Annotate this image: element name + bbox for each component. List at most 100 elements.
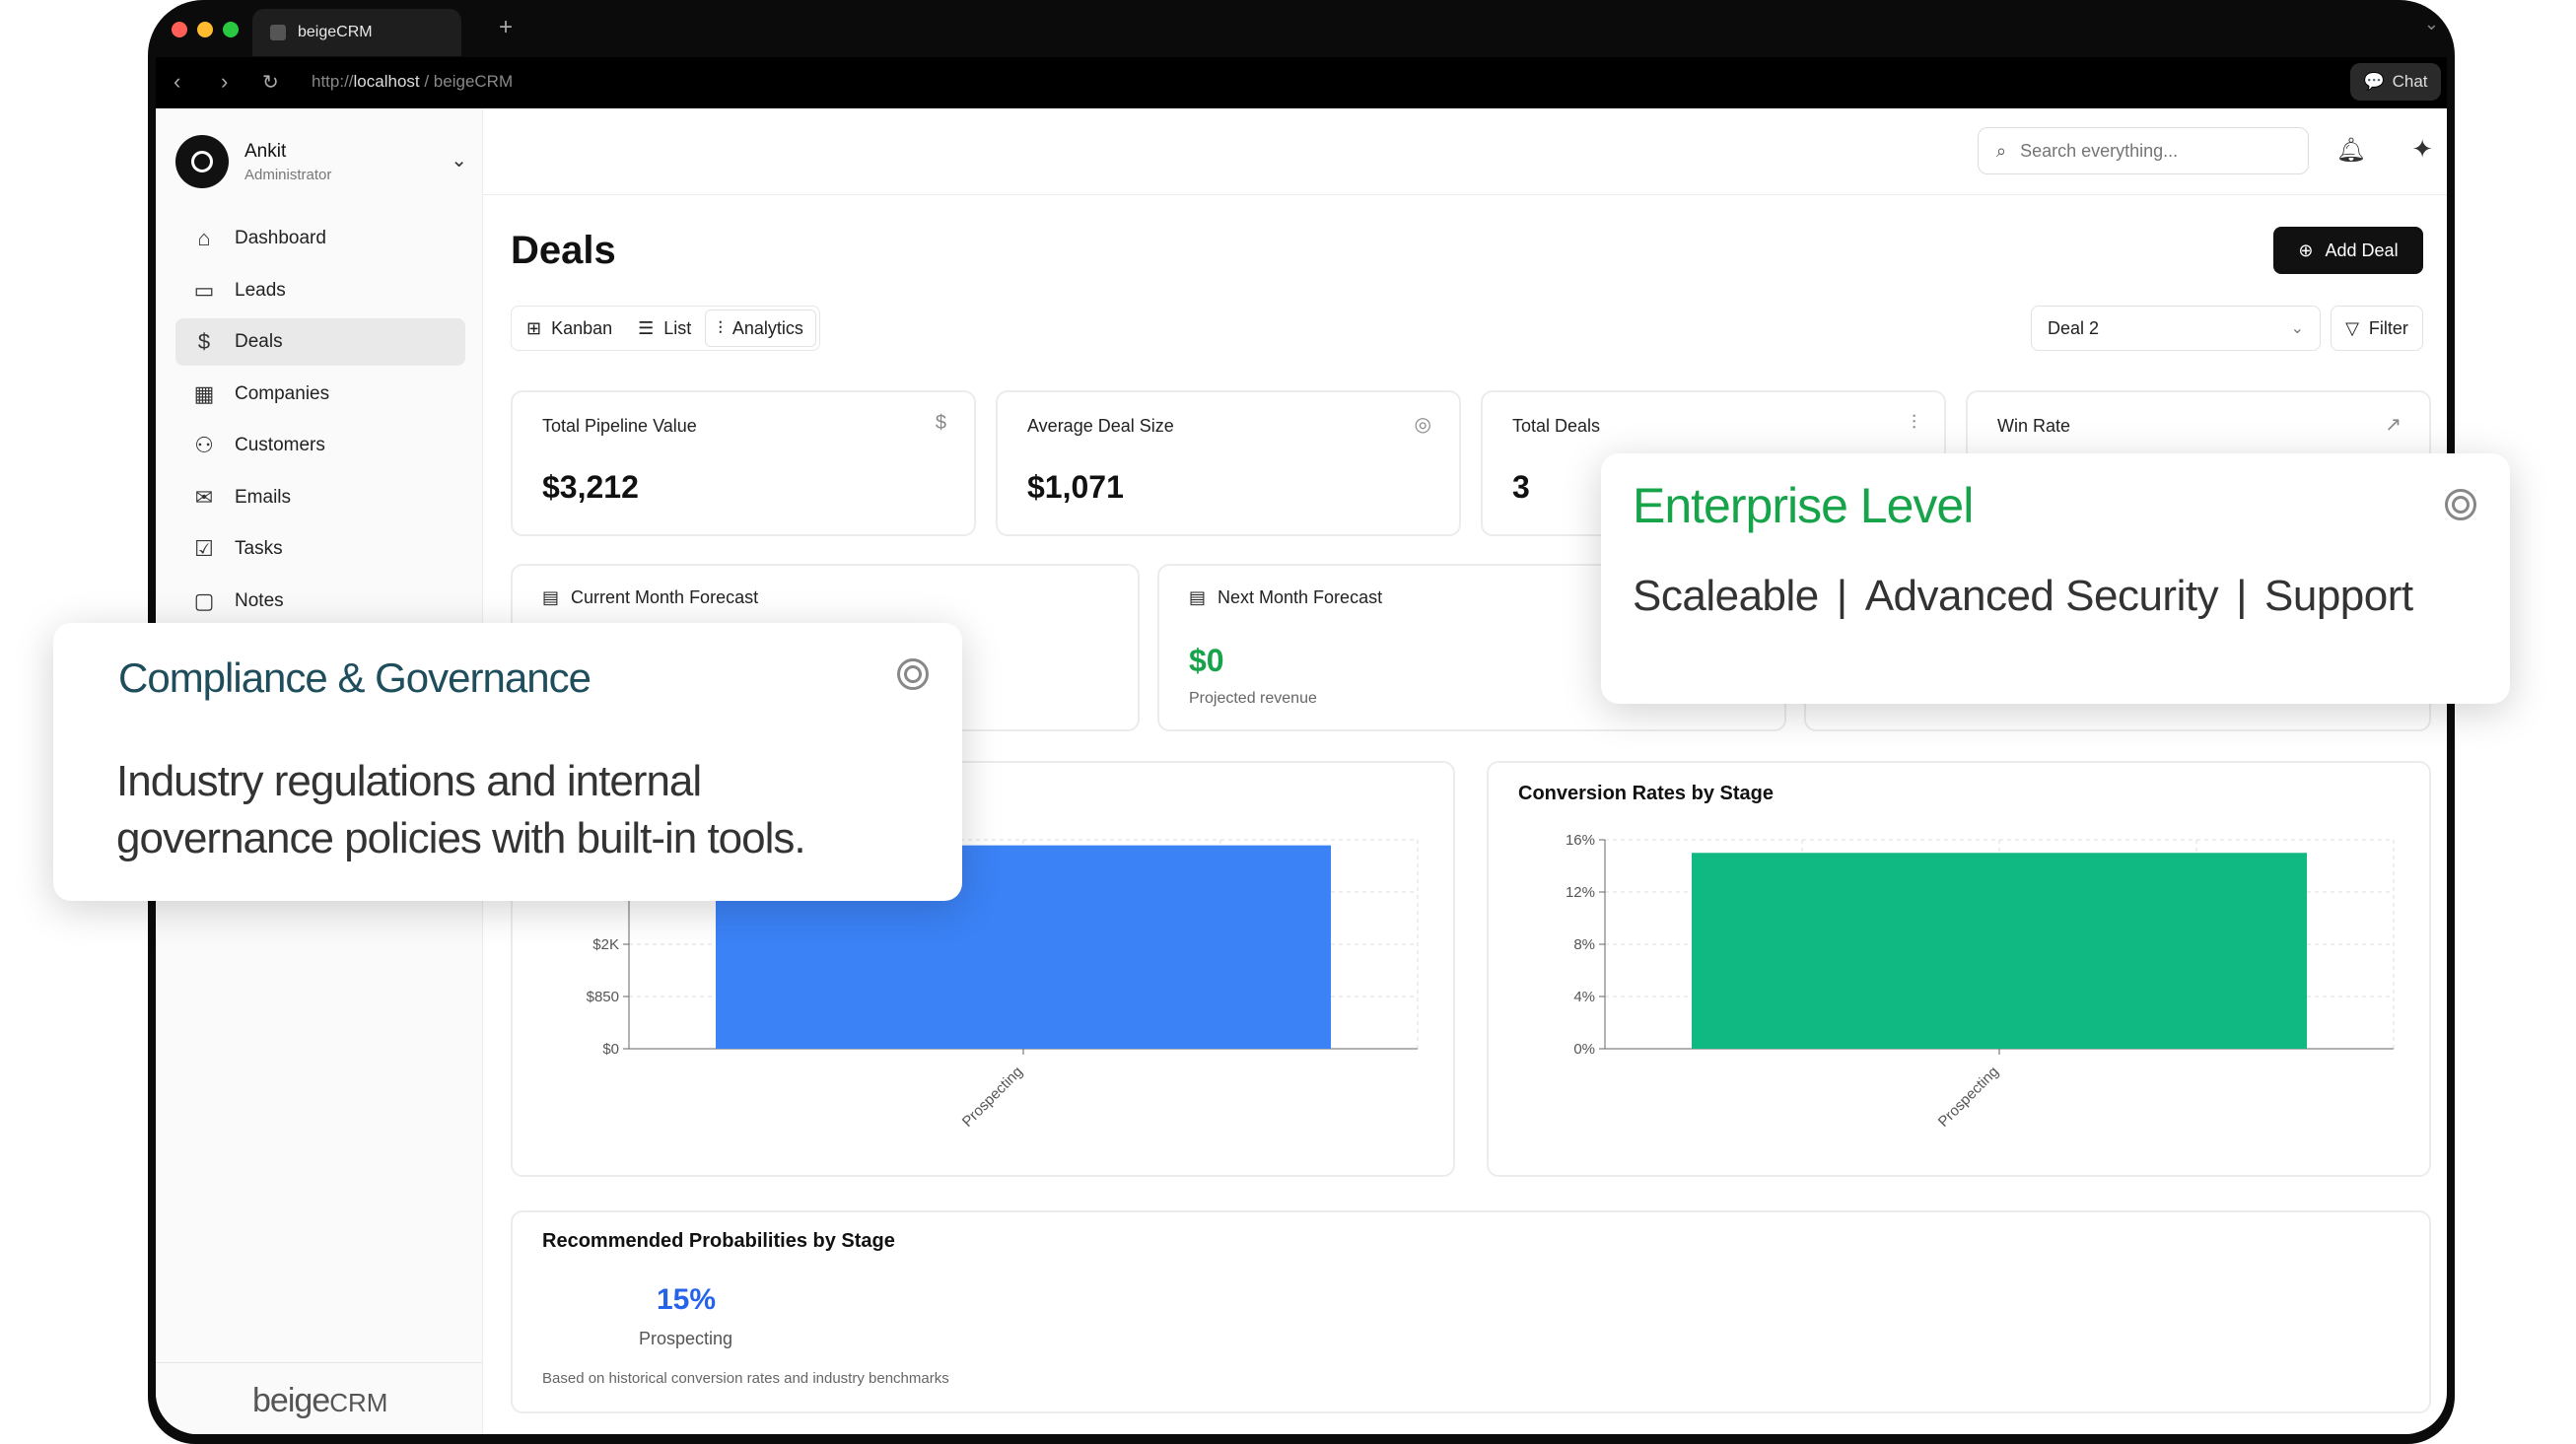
forecast-label: Next Month Forecast xyxy=(1218,587,1383,607)
home-icon: ⌂ xyxy=(197,226,211,250)
y-tick-label: 4% xyxy=(1573,989,1595,1005)
chart-title: Conversion Rates by Stage xyxy=(1518,783,1774,804)
users-icon: ⚇ xyxy=(194,433,214,457)
stat-label: Total Pipeline Value xyxy=(542,416,697,436)
sidebar-item-customers[interactable]: ⚇ Customers xyxy=(175,422,465,469)
probability-stage: Prospecting xyxy=(639,1329,733,1348)
building-icon: ▦ xyxy=(193,380,215,406)
bar xyxy=(1692,853,2307,1049)
tab-analytics[interactable]: ⫶ Analytics xyxy=(705,309,816,347)
avatar xyxy=(175,135,229,188)
user-switcher[interactable]: Ankit Administrator ⌄ xyxy=(175,126,471,197)
list-icon: ☰ xyxy=(638,317,655,338)
forecast-label: Current Month Forecast xyxy=(571,587,759,607)
separator: | xyxy=(2236,572,2248,620)
y-tick-label: $2K xyxy=(592,936,619,953)
probability-value: 15% xyxy=(657,1283,717,1316)
sidebar-item-dashboard[interactable]: ⌂ Dashboard xyxy=(175,215,465,262)
y-tick-label: 8% xyxy=(1573,936,1595,953)
maximize-window-button[interactable] xyxy=(223,22,239,37)
separator: | xyxy=(1836,572,1847,620)
brand-logo: beigeCRM xyxy=(252,1382,388,1419)
deal-select[interactable]: Deal 2 ⌄ xyxy=(2031,306,2321,351)
conversion-rates-chart: 0% 4% 8% 12% 16% Prospecting xyxy=(1566,832,2395,1131)
address-bar: ‹ › ↻ http://localhost / beigeCRM 💬 Chat xyxy=(156,57,2447,108)
inbox-icon: ✉ xyxy=(194,484,214,510)
briefcase-icon: ▭ xyxy=(193,277,215,303)
reload-icon[interactable]: ↻ xyxy=(262,70,279,95)
y-tick-label: $850 xyxy=(587,989,619,1005)
y-tick-label: 12% xyxy=(1566,884,1595,901)
calendar-icon: ▤ xyxy=(542,587,560,607)
chevron-down-icon: ⌄ xyxy=(451,150,467,172)
tab-list[interactable]: ☰ List xyxy=(626,309,703,347)
y-tick-label: 0% xyxy=(1573,1041,1595,1058)
bar-chart-icon: ⫶ xyxy=(718,317,723,338)
close-window-button[interactable] xyxy=(172,22,187,37)
dollar-icon: $ xyxy=(935,412,946,434)
target-icon xyxy=(2445,489,2476,520)
user-role: Administrator xyxy=(244,166,332,183)
sidebar-divider xyxy=(156,1362,482,1363)
sidebar-item-emails[interactable]: ✉ Emails xyxy=(175,474,465,521)
tab-kanban[interactable]: ⊞ Kanban xyxy=(515,309,624,347)
chat-button[interactable]: 💬 Chat xyxy=(2350,63,2441,101)
title-bar: beigeCRM + ⌄ xyxy=(148,0,2455,57)
filter-button[interactable]: ▽ Filter xyxy=(2331,306,2423,351)
user-name: Ankit xyxy=(244,140,287,162)
sidebar-item-tasks[interactable]: ☑ Tasks xyxy=(175,525,465,573)
url-field[interactable]: http://localhost / beigeCRM xyxy=(312,72,513,92)
back-icon[interactable]: ‹ xyxy=(174,69,180,95)
enterprise-level-popup: Enterprise Level Scaleable | Advanced Se… xyxy=(1601,453,2510,704)
add-deal-button[interactable]: ⊕ Add Deal xyxy=(2273,227,2423,274)
popup-title: Compliance & Governance xyxy=(118,654,592,701)
plus-circle-icon: ⊕ xyxy=(2298,240,2314,260)
y-tick-label: 16% xyxy=(1566,832,1595,849)
x-tick-label: Prospecting xyxy=(1935,1064,2002,1131)
stat-card-average-deal: Average Deal Size ◎ $1,071 xyxy=(996,390,1461,536)
sidebar-item-leads[interactable]: ▭ Leads xyxy=(175,267,465,314)
note-icon: ▢ xyxy=(193,587,215,613)
conversion-chart-card: Conversion Rates by Stage 0% 4% 8% 12% 16% Pr… xyxy=(1487,761,2431,1177)
grid-icon: ⊞ xyxy=(526,317,542,338)
stat-card-total-pipeline: Total Pipeline Value $ $3,212 xyxy=(511,390,976,536)
browser-tab[interactable]: beigeCRM xyxy=(252,9,461,56)
search-box[interactable]: ⌕ xyxy=(1978,127,2309,174)
stat-value: $3,212 xyxy=(542,469,639,505)
feature-item: Scaleable xyxy=(1633,572,1819,620)
tab-title: beigeCRM xyxy=(298,24,373,40)
minimize-window-button[interactable] xyxy=(197,22,213,37)
target-icon: ◎ xyxy=(1414,414,1431,436)
chevron-down-icon: ⌄ xyxy=(2290,320,2304,337)
sidebar-item-notes[interactable]: ▢ Notes xyxy=(175,578,465,625)
recommended-probabilities-card: Recommended Probabilities by Stage 15% P… xyxy=(511,1210,2431,1413)
x-tick-label: Prospecting xyxy=(959,1064,1026,1131)
trending-up-icon: ↗ xyxy=(2385,414,2402,436)
feature-list: Scaleable | Advanced Security | Support xyxy=(1633,572,2413,621)
target-icon xyxy=(897,658,929,690)
stat-value: 3 xyxy=(1512,469,1530,505)
sidebar-nav: ⌂ Dashboard ▭ Leads $ Deals ▦ Companies ⚇ Cus… xyxy=(175,215,465,629)
top-bar: ⌕ 🔔︎ ✦ xyxy=(483,108,2447,195)
stat-label: Average Deal Size xyxy=(1027,416,1174,436)
popup-body: Industry regulations and internal govern… xyxy=(116,757,806,862)
sidebar-item-deals[interactable]: $ Deals xyxy=(175,318,465,366)
feature-item: Advanced Security xyxy=(1864,572,2219,620)
new-tab-icon[interactable]: + xyxy=(499,14,513,41)
checkbox-icon: ☑ xyxy=(194,536,214,561)
bell-icon[interactable]: 🔔︎ xyxy=(2336,136,2366,165)
search-input[interactable] xyxy=(2020,140,2267,162)
probability-note: Based on historical conversion rates and… xyxy=(542,1370,949,1387)
card-title: Recommended Probabilities by Stage xyxy=(542,1230,895,1252)
bar-chart-icon: ⫶ xyxy=(1912,412,1916,434)
sparkle-icon[interactable]: ✦ xyxy=(2411,134,2433,165)
tab-list-chevron-icon[interactable]: ⌄ xyxy=(2424,14,2439,34)
chat-bubble-icon: 💬 xyxy=(2363,72,2385,91)
sidebar-item-companies[interactable]: ▦ Companies xyxy=(175,371,465,418)
page-title: Deals xyxy=(511,229,616,272)
forward-icon[interactable]: › xyxy=(221,69,228,95)
compliance-governance-popup: Compliance & Governance Industry regulat… xyxy=(53,623,962,901)
view-tabs: ⊞ Kanban ☰ List ⫶ Analytics xyxy=(511,306,820,351)
filter-icon: ▽ xyxy=(2345,317,2359,338)
popup-title: Enterprise Level xyxy=(1633,478,1974,533)
